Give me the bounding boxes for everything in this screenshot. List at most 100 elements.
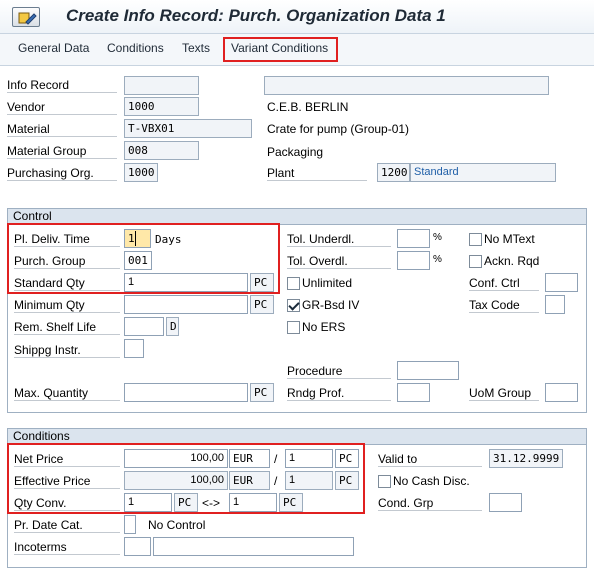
- conf-ctrl-field[interactable]: [545, 273, 578, 292]
- effective-price-slash: /: [274, 474, 278, 488]
- incoterms-2-field[interactable]: [153, 537, 354, 556]
- minimum-qty-unit: PC: [250, 295, 274, 314]
- page-title: Create Info Record: Purch. Organization …: [66, 6, 446, 25]
- minimum-qty-label: Minimum Qty: [14, 298, 120, 313]
- effective-price-currency-field: EUR: [229, 471, 270, 490]
- procedure-field[interactable]: [397, 361, 459, 380]
- info-record-desc-field: [264, 76, 549, 95]
- qty-conv-field-1[interactable]: 1: [124, 493, 172, 512]
- net-price-label: Net Price: [14, 452, 120, 467]
- material-label: Material: [7, 122, 117, 137]
- tab-variant-conditions[interactable]: Variant Conditions: [231, 41, 328, 55]
- info-record-field[interactable]: [124, 76, 199, 95]
- max-quantity-field[interactable]: [124, 383, 248, 402]
- unlimited-checkbox[interactable]: [287, 277, 300, 290]
- material-description: Crate for pump (Group-01): [267, 122, 410, 136]
- effective-price-field: 100,00: [124, 471, 228, 490]
- pr-date-cat-label: Pr. Date Cat.: [14, 518, 120, 533]
- tol-underdl-percent: %: [433, 232, 442, 243]
- tol-overdl-field[interactable]: [397, 251, 430, 270]
- tol-underdl-label: Tol. Underdl.: [287, 232, 391, 247]
- vendor-name: C.E.B. BERLIN: [267, 100, 349, 114]
- cond-grp-label: Cond. Grp: [378, 496, 482, 511]
- shippg-instr-label: Shippg Instr.: [14, 343, 120, 358]
- rem-shelf-life-field[interactable]: [124, 317, 164, 336]
- vendor-field[interactable]: 1000: [124, 97, 199, 116]
- tab-conditions[interactable]: Conditions: [107, 41, 164, 55]
- conditions-group-title: Conditions: [8, 429, 586, 445]
- effective-price-per-field: 1: [285, 471, 333, 490]
- pr-date-cat-description: No Control: [148, 518, 206, 532]
- conf-ctrl-label: Conf. Ctrl: [469, 276, 539, 291]
- plant-description-field: Standard: [410, 163, 556, 182]
- ackn-rqd-label: Ackn. Rqd: [484, 254, 540, 268]
- effective-price-unit-field: PC: [335, 471, 359, 490]
- purch-group-field[interactable]: 001: [124, 251, 152, 270]
- no-mtext-label: No MText: [484, 232, 535, 246]
- tax-code-field[interactable]: [545, 295, 565, 314]
- valid-to-label: Valid to: [378, 452, 482, 467]
- cond-grp-field[interactable]: [489, 493, 522, 512]
- valid-to-field: 31.12.9999: [489, 449, 563, 468]
- rndg-prof-label: Rndg Prof.: [287, 386, 391, 401]
- no-cash-disc-label: No Cash Disc.: [393, 474, 470, 488]
- text-cursor: [135, 231, 136, 246]
- gr-bsd-iv-label: GR-Bsd IV: [302, 298, 360, 312]
- material-group-field[interactable]: 008: [124, 141, 199, 160]
- net-price-per-field[interactable]: 1: [285, 449, 333, 468]
- unlimited-label: Unlimited: [302, 276, 353, 290]
- uom-group-field[interactable]: [545, 383, 578, 402]
- material-group-label: Material Group: [7, 144, 117, 159]
- toggle-display-change-button[interactable]: [12, 7, 40, 27]
- no-ers-checkbox[interactable]: [287, 321, 300, 334]
- uom-group-label: UoM Group: [469, 386, 539, 401]
- tax-code-label: Tax Code: [469, 298, 539, 313]
- max-quantity-unit: PC: [250, 383, 274, 402]
- effective-price-label: Effective Price: [14, 474, 120, 489]
- material-field[interactable]: T-VBX01: [124, 119, 252, 138]
- purchasing-org-label: Purchasing Org.: [7, 166, 117, 181]
- tab-general-data[interactable]: General Data: [18, 41, 89, 55]
- gr-bsd-iv-checkbox[interactable]: [287, 299, 300, 312]
- max-quantity-label: Max. Quantity: [14, 386, 120, 401]
- tol-overdl-label: Tol. Overdl.: [287, 254, 391, 269]
- purchasing-org-field[interactable]: 1000: [124, 163, 158, 182]
- rem-shelf-life-label: Rem. Shelf Life: [14, 320, 120, 335]
- material-group-description: Packaging: [267, 145, 324, 159]
- ackn-rqd-checkbox[interactable]: [469, 255, 482, 268]
- qty-conv-field-2[interactable]: 1: [229, 493, 277, 512]
- minimum-qty-field[interactable]: [124, 295, 248, 314]
- plant-field[interactable]: 1200: [377, 163, 410, 182]
- purch-group-label: Purch. Group: [14, 254, 120, 269]
- tol-underdl-field[interactable]: [397, 229, 430, 248]
- tab-texts[interactable]: Texts: [182, 41, 210, 55]
- qty-conv-label: Qty Conv.: [14, 496, 120, 511]
- title-bar: Create Info Record: Purch. Organization …: [0, 0, 594, 34]
- incoterms-field[interactable]: [124, 537, 151, 556]
- pl-deliv-time-field[interactable]: 1: [124, 229, 151, 248]
- shippg-instr-field[interactable]: [124, 339, 144, 358]
- rem-shelf-life-unit: D: [166, 317, 179, 336]
- net-price-unit-field[interactable]: PC: [335, 449, 359, 468]
- days-label: Days: [155, 233, 182, 246]
- info-record-label: Info Record: [7, 78, 117, 93]
- no-mtext-checkbox[interactable]: [469, 233, 482, 246]
- net-price-currency-field[interactable]: EUR: [229, 449, 270, 468]
- no-ers-label: No ERS: [302, 320, 346, 334]
- qty-conv-unit-2: PC: [279, 493, 303, 512]
- standard-qty-field[interactable]: 1: [124, 273, 248, 292]
- incoterms-label: Incoterms: [14, 540, 120, 555]
- qty-conv-unit-1: PC: [174, 493, 198, 512]
- standard-qty-unit: PC: [250, 273, 274, 292]
- rndg-prof-field[interactable]: [397, 383, 430, 402]
- tol-overdl-percent: %: [433, 254, 442, 265]
- pencil-glasses-icon: [18, 12, 37, 25]
- procedure-label: Procedure: [287, 364, 391, 379]
- pl-deliv-time-label: Pl. Deliv. Time: [14, 232, 120, 247]
- pr-date-cat-field[interactable]: [124, 515, 136, 534]
- no-cash-disc-checkbox[interactable]: [378, 475, 391, 488]
- app-toolbar: General Data Conditions Texts Variant Co…: [0, 34, 594, 66]
- net-price-slash: /: [274, 452, 278, 466]
- net-price-field[interactable]: 100,00: [124, 449, 228, 468]
- standard-qty-label: Standard Qty: [14, 276, 120, 291]
